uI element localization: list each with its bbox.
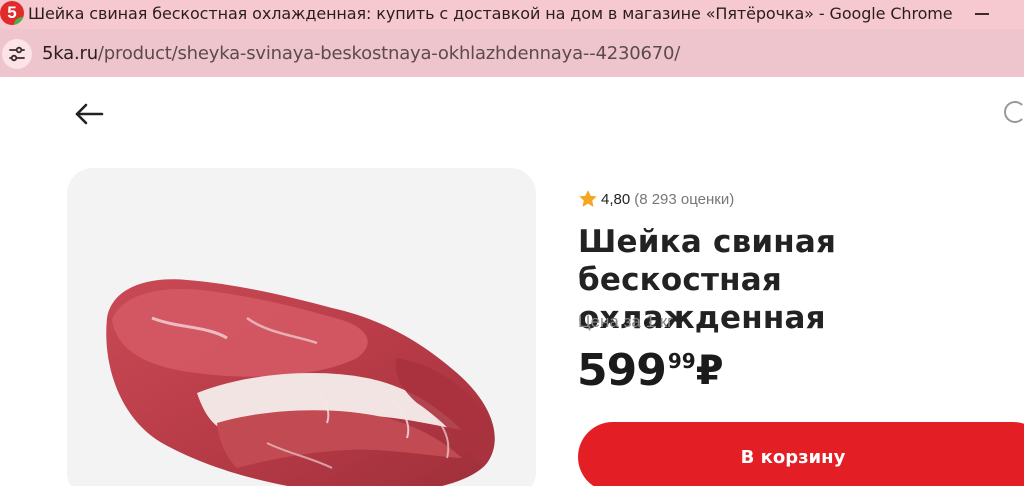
- rating-count[interactable]: (8 293 оценки): [634, 191, 734, 208]
- price-integer: 599: [577, 345, 667, 396]
- price-fraction: 99: [667, 349, 696, 373]
- url-text[interactable]: 5ka.ru/product/sheyka-svinaya-beskostnay…: [42, 43, 680, 64]
- star-icon: [579, 190, 597, 207]
- product-image: [67, 168, 536, 486]
- price: 599 99 ₽: [577, 345, 724, 397]
- product-page: 4,80 (8 293 оценки) Шейка свиная бескост…: [0, 77, 1024, 486]
- browser-title-bar: 5 Шейка свиная бескостная охлажденная: к…: [0, 0, 1024, 29]
- pyaterochka-favicon-icon: 5: [0, 1, 24, 25]
- favicon-text: 5: [7, 3, 17, 22]
- rating[interactable]: 4,80 (8 293 оценки): [578, 189, 734, 209]
- price-unit-label: Цена за 1 кг: [578, 312, 674, 331]
- url-path: /product/sheyka-svinaya-beskostnaya-okhl…: [97, 43, 681, 64]
- minimize-button[interactable]: [975, 13, 989, 15]
- window-title: Шейка свиная бескостная охлажденная: куп…: [28, 4, 953, 23]
- rating-value: 4,80: [601, 190, 631, 208]
- currency-symbol: ₽: [695, 348, 724, 394]
- back-button[interactable]: [70, 99, 108, 129]
- tune-icon: [9, 46, 25, 62]
- arrow-left-icon: [75, 103, 104, 125]
- add-to-cart-button[interactable]: В корзину: [578, 422, 1024, 486]
- url-domain: 5ka.ru: [42, 43, 98, 64]
- partial-circle-icon[interactable]: [1004, 101, 1024, 123]
- pork-neck-image: [106, 279, 495, 486]
- site-info-button[interactable]: [2, 39, 32, 69]
- address-bar: 5ka.ru/product/sheyka-svinaya-beskostnay…: [0, 29, 1024, 77]
- omnibox[interactable]: 5ka.ru/product/sheyka-svinaya-beskostnay…: [0, 29, 1024, 77]
